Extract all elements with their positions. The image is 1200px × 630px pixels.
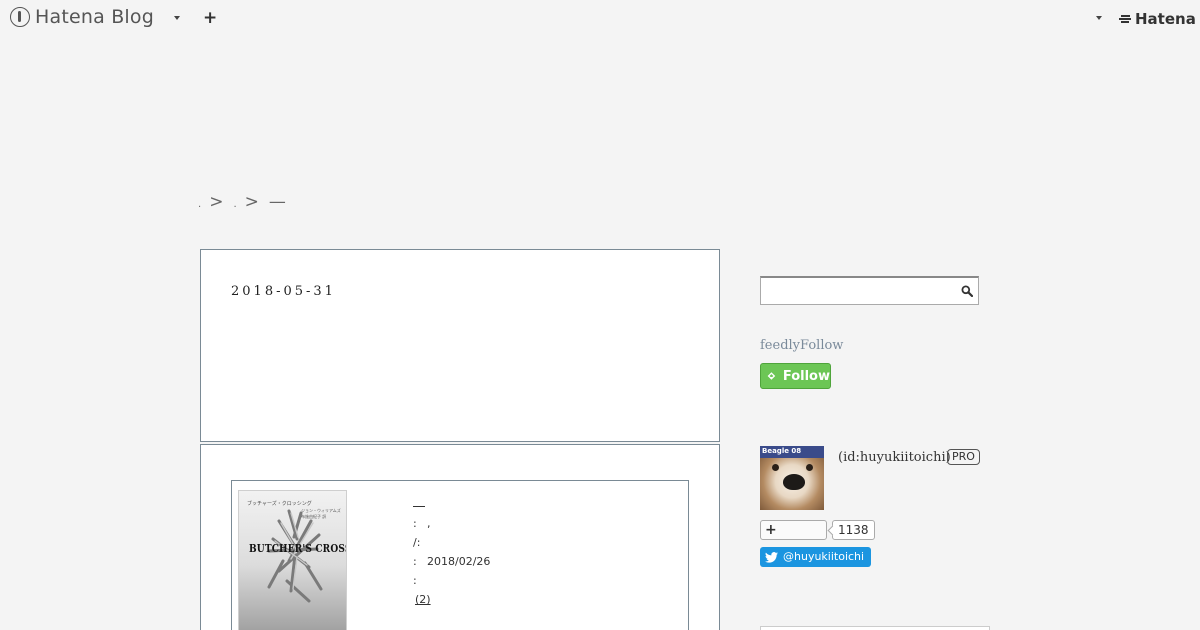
search-form [760,276,979,305]
search-input[interactable] [761,278,956,303]
book-info-row: /: [413,533,490,552]
book-info-value: , [427,517,431,530]
twitter-follow-label: @huyukiitoichi [783,550,865,563]
feedly-icon [767,372,776,380]
twitter-follow-button[interactable]: @huyukiitoichi [760,547,872,567]
breadcrumb-item-home[interactable]: . [198,199,201,210]
entry-header: 2018-05-31 [200,249,720,442]
book-review-link[interactable]: (2) [413,593,447,606]
avatar-eye [806,464,813,471]
profile-id-link[interactable]: (id:huyukiitoichi) [838,450,951,465]
avatar-badge-text: Beagle 08 [762,447,802,455]
book-info-row: :2018/02/26 [413,552,490,571]
book-title-link[interactable] [413,497,425,507]
entry-date[interactable]: 2018-05-31 [231,284,336,299]
hatena-blog-logo-icon [10,7,30,27]
book-info-row: : [413,571,490,590]
book-info-label: : [413,555,417,568]
blog-menu-chevron-down-icon[interactable] [174,16,180,20]
logo-text: Hatena Blog [35,6,154,28]
book-cover-title: BUTCHER'S CROSSING [249,542,346,555]
avatar[interactable]: Beagle 08 [760,446,824,510]
breadcrumb-current: — [268,192,286,212]
book-info-label: : [413,517,417,530]
book-info-label: : [413,574,417,587]
book-cover-top-text: ブッチャーズ・クロッシング [247,501,312,507]
reader-count[interactable]: 1138 [832,520,875,540]
breadcrumb-separator: > [244,192,259,212]
entry-body: ブッチャーズ・クロッシング ジョン・ウィリアムズ 布施由紀子 訳 BUTCHER… [200,444,720,630]
pro-badge[interactable]: PRO [947,449,980,465]
book-review-row: (2) [413,590,490,609]
hatena-mark-icon [1118,14,1132,24]
book-info-label: /: [413,536,421,549]
amazon-product-card: ブッチャーズ・クロッシング ジョン・ウィリアムズ 布施由紀子 訳 BUTCHER… [231,480,689,630]
avatar-eye [772,464,779,471]
search-icon[interactable] [961,285,973,297]
book-cover-translator: 布施由紀子 訳 [301,514,327,519]
add-entry-plus-icon[interactable]: + [203,8,217,28]
global-header: Hatena Blog + Hatena [0,0,1200,38]
sidebar-module [760,626,990,630]
breadcrumb-separator: > [209,192,224,212]
twitter-bird-icon [765,551,778,563]
hatena-link[interactable]: Hatena [1118,10,1196,28]
book-title-row [413,495,490,514]
user-menu-chevron-down-icon[interactable] [1096,16,1102,20]
subscribe-reader-button[interactable]: + [760,520,827,540]
hatena-text: Hatena [1135,10,1196,28]
plus-icon: + [765,522,777,538]
book-cover-image[interactable]: ブッチャーズ・クロッシング ジョン・ウィリアムズ 布施由紀子 訳 BUTCHER… [238,490,347,630]
feedly-follow-button[interactable]: Follow [760,363,831,389]
feedly-follow-label: Follow [782,368,830,384]
breadcrumb: . > . > — [198,192,286,212]
book-info: :, /: :2018/02/26 : (2) [413,495,490,609]
book-release-date: 2018/02/26 [427,555,491,568]
hatena-blog-logo[interactable]: Hatena Blog [10,6,154,28]
breadcrumb-item-category[interactable]: . [233,199,236,210]
avatar-nose [783,474,805,490]
feedly-module-title: feedlyFollow [760,338,844,353]
book-info-row: :, [413,514,490,533]
